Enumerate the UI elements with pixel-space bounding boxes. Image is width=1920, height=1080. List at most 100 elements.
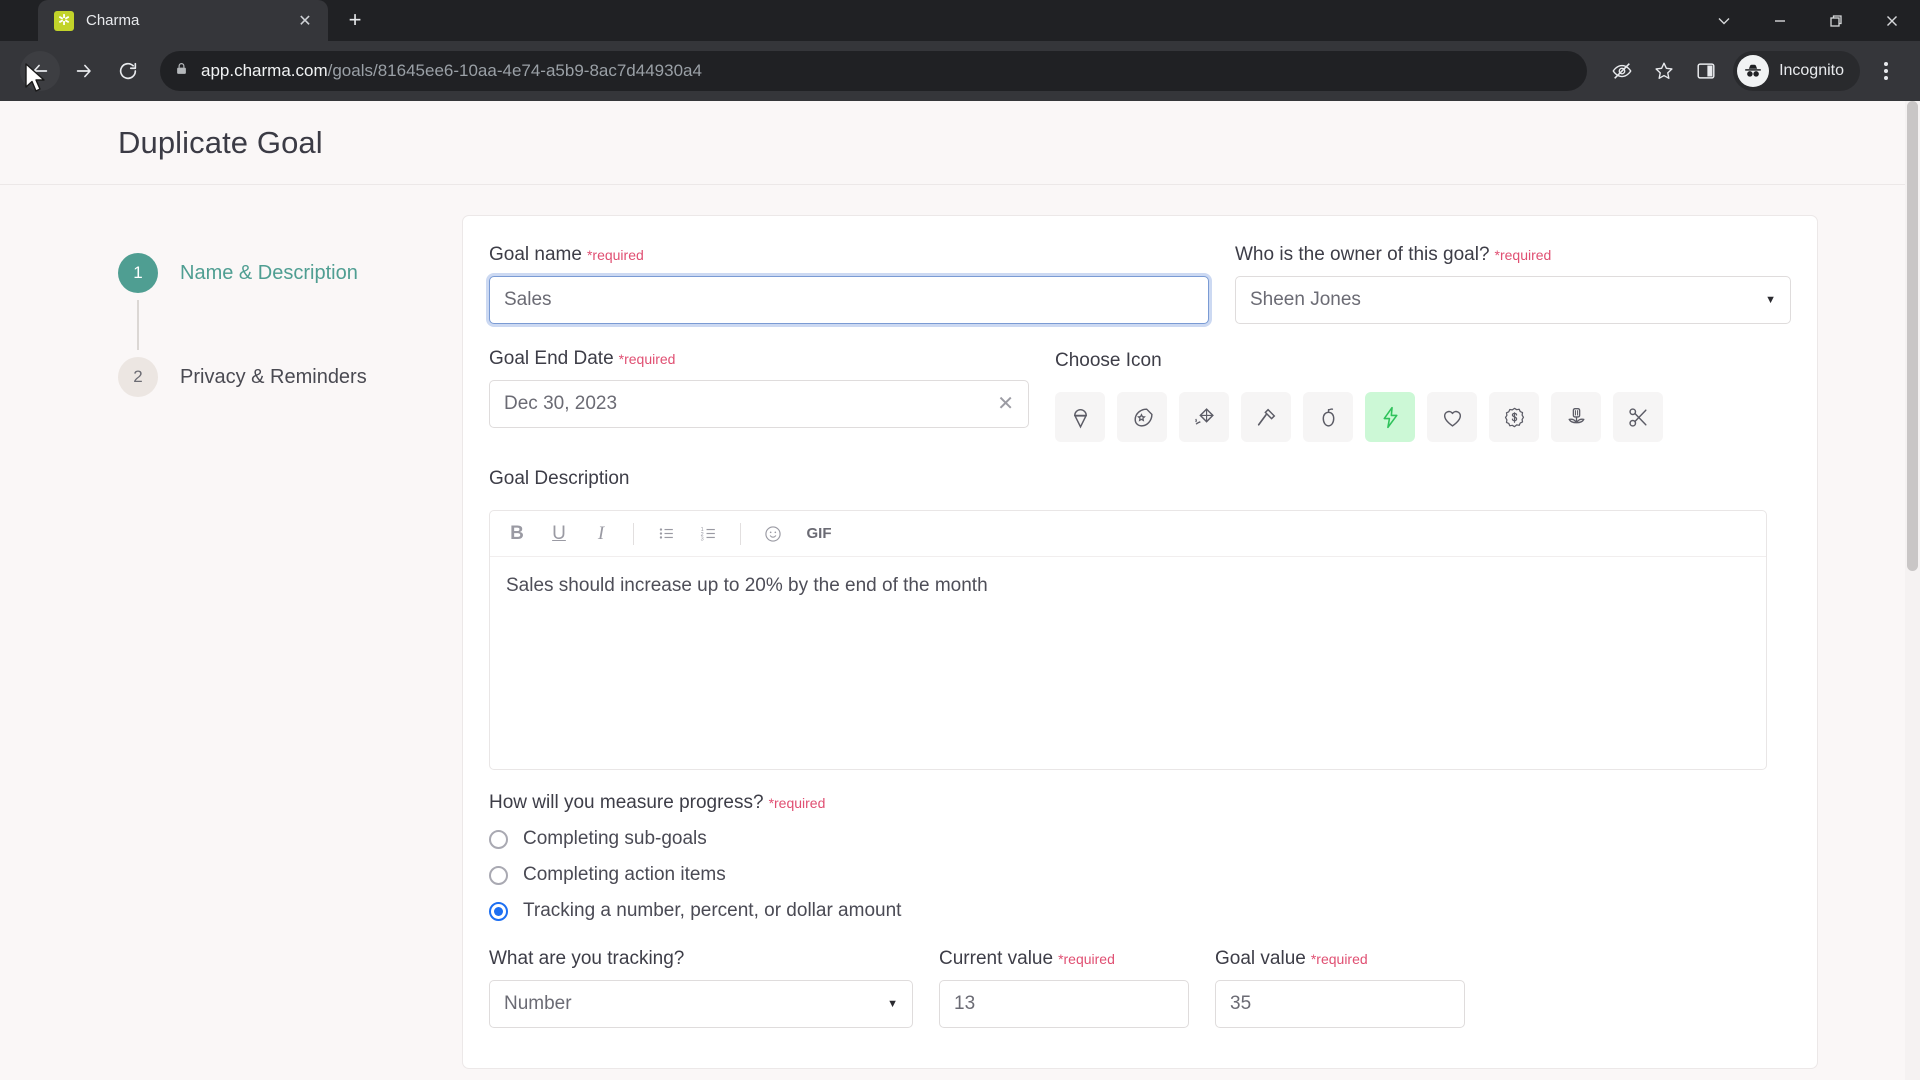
lock-icon — [174, 61, 189, 81]
radio-button[interactable] — [489, 901, 508, 921]
stepper-item-name-description[interactable]: 1 Name & Description — [118, 253, 462, 293]
gif-icon[interactable]: GIF — [796, 516, 842, 552]
goal-name-input[interactable]: Sales — [489, 276, 1209, 324]
heart-icon[interactable] — [1427, 392, 1477, 442]
current-value-field: Current value *required 13 — [939, 948, 1189, 1028]
current-value-input[interactable]: 13 — [939, 980, 1189, 1028]
apple-icon[interactable] — [1303, 392, 1353, 442]
rich-text-editor: B U I 123 GIF Sales should increase up t… — [489, 510, 1767, 770]
ice-cream-icon[interactable] — [1055, 392, 1105, 442]
browser-toolbar: app.charma.com/goals/81645ee6-10aa-4e74-… — [0, 41, 1920, 101]
chevron-down-icon: ▼ — [1765, 294, 1776, 306]
page-header: Duplicate Goal — [0, 101, 1920, 185]
goal-description-field: Goal Description B U I 123 GIF Sales sho… — [489, 468, 1791, 770]
goal-end-date-value: Dec 30, 2023 — [504, 393, 618, 414]
goal-form-card: Goal name *required Sales Who is the own… — [462, 215, 1818, 1069]
label-text: How will you measure progress? — [489, 792, 764, 813]
scissors-icon[interactable] — [1613, 392, 1663, 442]
step-label: Privacy & Reminders — [180, 365, 367, 388]
label-text: Goal End Date — [489, 348, 614, 369]
reload-icon[interactable] — [108, 51, 148, 91]
close-icon[interactable]: ✕ — [292, 8, 318, 34]
emoji-icon[interactable] — [754, 516, 792, 552]
wizard-stepper: 1 Name & Description 2 Privacy & Reminde… — [0, 215, 462, 1069]
label-text: Goal name — [489, 244, 582, 265]
flower-icon[interactable] — [1551, 392, 1601, 442]
goal-owner-select[interactable]: Sheen Jones ▼ — [1235, 276, 1791, 324]
scrollbar-thumb[interactable] — [1907, 101, 1918, 571]
close-icon[interactable]: ✕ — [997, 394, 1014, 414]
hammer-icon[interactable] — [1241, 392, 1291, 442]
goal-name-value: Sales — [504, 289, 552, 310]
goal-name-label: Goal name *required — [489, 244, 1209, 266]
radio-option-tracking-number[interactable]: Tracking a number, percent, or dollar am… — [489, 900, 1791, 922]
kite-icon[interactable] — [1179, 392, 1229, 442]
label-text: Goal Description — [489, 468, 630, 489]
forward-arrow-icon[interactable] — [64, 51, 104, 91]
label-text: Choose Icon — [1055, 350, 1162, 371]
tracking-type-field: What are you tracking? Number ▼ — [489, 948, 913, 1028]
bold-icon[interactable]: B — [498, 516, 536, 552]
minimize-icon[interactable] — [1752, 0, 1808, 41]
radio-label: Tracking a number, percent, or dollar am… — [523, 900, 902, 921]
underline-icon[interactable]: U — [540, 516, 578, 552]
toolbar-divider — [633, 522, 634, 545]
bulleted-list-icon[interactable] — [647, 516, 685, 552]
stepper-item-privacy-reminders[interactable]: 2 Privacy & Reminders — [118, 357, 462, 397]
step-number: 1 — [118, 253, 158, 293]
panel-icon[interactable] — [1687, 52, 1725, 90]
close-icon[interactable] — [1864, 0, 1920, 41]
goal-value-input[interactable]: 35 — [1215, 980, 1465, 1028]
radio-option-sub-goals[interactable]: Completing sub-goals — [489, 828, 1791, 850]
required-marker: *required — [1310, 951, 1368, 967]
numbered-list-icon[interactable]: 123 — [689, 516, 727, 552]
measure-progress-group: How will you measure progress? *required… — [489, 792, 1791, 922]
tab-strip: ✲ Charma ✕ + — [0, 0, 1920, 41]
incognito-icon — [1737, 55, 1770, 87]
kebab-menu-icon[interactable] — [1866, 51, 1906, 91]
restore-icon[interactable] — [1808, 0, 1864, 41]
profile-chip[interactable]: Incognito — [1733, 51, 1860, 91]
browser-tab[interactable]: ✲ Charma ✕ — [38, 0, 328, 41]
goal-owner-field: Who is the owner of this goal? *required… — [1235, 244, 1791, 324]
address-bar[interactable]: app.charma.com/goals/81645ee6-10aa-4e74-… — [160, 51, 1588, 91]
radio-label: Completing action items — [523, 864, 726, 885]
goal-owner-label: Who is the owner of this goal? *required — [1235, 244, 1791, 266]
current-value-label: Current value *required — [939, 948, 1189, 970]
back-arrow-icon[interactable] — [20, 51, 60, 91]
radio-option-action-items[interactable]: Completing action items — [489, 864, 1791, 886]
required-marker: *required — [586, 247, 644, 263]
chevron-down-icon: ▼ — [887, 998, 898, 1010]
required-marker: *required — [1494, 247, 1552, 263]
tracking-type-value: Number — [504, 993, 572, 1014]
url-text: app.charma.com/goals/81645ee6-10aa-4e74-… — [201, 61, 702, 81]
dollar-badge-icon[interactable] — [1489, 392, 1539, 442]
comet-icon[interactable] — [1117, 392, 1167, 442]
goal-owner-value: Sheen Jones — [1250, 289, 1361, 310]
profile-label: Incognito — [1779, 62, 1844, 79]
page-viewport: Duplicate Goal 1 Name & Description 2 Pr… — [0, 101, 1920, 1080]
goal-name-field: Goal name *required Sales — [489, 244, 1209, 324]
browser-window: ✲ Charma ✕ + app.charma.com/goals/81645e… — [0, 0, 1920, 1080]
goal-end-date-field: Goal End Date *required Dec 30, 2023 ✕ — [489, 348, 1029, 442]
form-row-date-icons: Goal End Date *required Dec 30, 2023 ✕ C… — [489, 348, 1791, 442]
italic-icon[interactable]: I — [582, 516, 620, 552]
window-controls — [1696, 0, 1920, 41]
goal-description-text[interactable]: Sales should increase up to 20% by the e… — [490, 557, 1766, 769]
goal-end-date-input[interactable]: Dec 30, 2023 ✕ — [489, 380, 1029, 428]
tracking-type-select[interactable]: Number ▼ — [489, 980, 913, 1028]
goal-end-date-label: Goal End Date *required — [489, 348, 1029, 370]
star-outline-icon[interactable] — [1645, 52, 1683, 90]
new-tab-button[interactable]: + — [338, 3, 372, 37]
lightning-bolt-icon[interactable] — [1365, 392, 1415, 442]
tab-search-chevron-down-icon[interactable] — [1696, 0, 1752, 41]
icon-picker — [1055, 392, 1663, 442]
choose-icon-label: Choose Icon — [1055, 350, 1663, 372]
page-scrollbar[interactable] — [1905, 101, 1920, 1080]
radio-button[interactable] — [489, 829, 508, 849]
goal-description-label: Goal Description — [489, 468, 1791, 490]
stepper-connector — [137, 300, 139, 350]
label-text: Current value — [939, 948, 1054, 969]
radio-button[interactable] — [489, 865, 508, 885]
eye-slash-icon[interactable] — [1603, 52, 1641, 90]
